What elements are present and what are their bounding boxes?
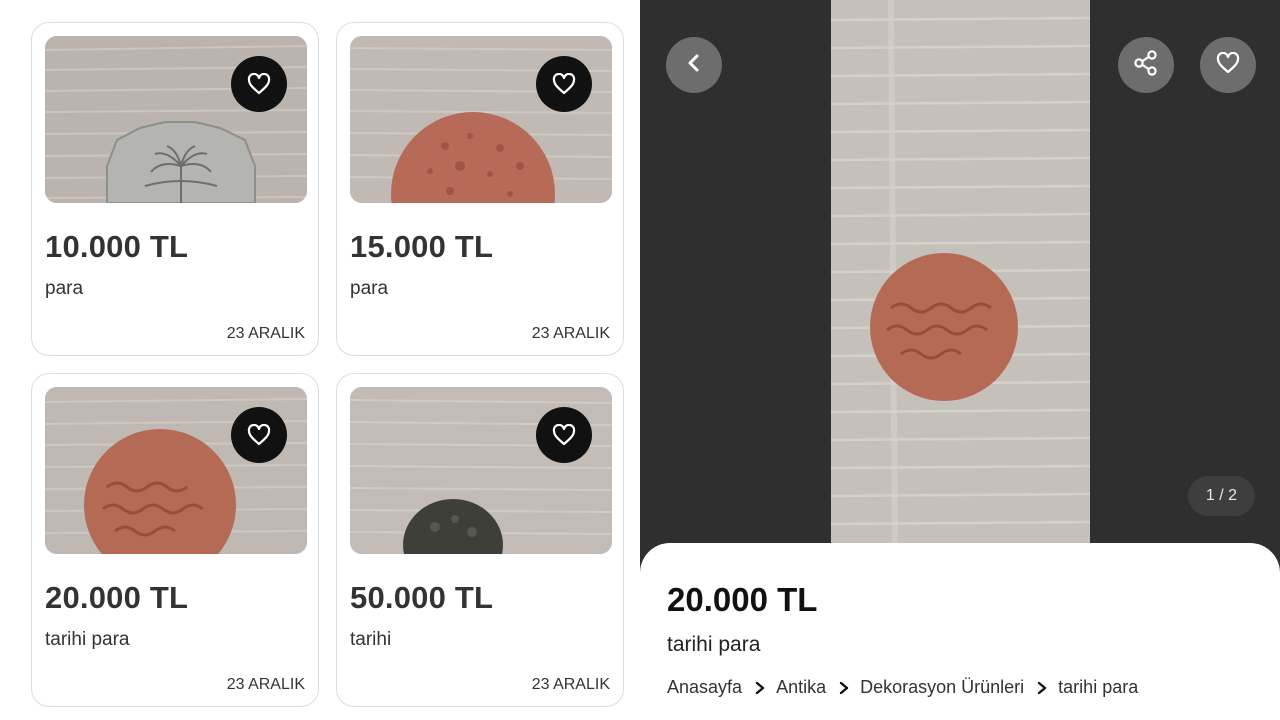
breadcrumb: Anasayfa Antika Dekorasyon Ürünleri tari… bbox=[667, 677, 1138, 698]
heart-outline-icon bbox=[552, 424, 576, 446]
chevron-right-icon bbox=[1037, 681, 1047, 695]
listing-image[interactable] bbox=[350, 36, 612, 203]
chevron-right-icon bbox=[839, 681, 849, 695]
listing-card[interactable]: 50.000 TL tarihi 23 ARALIK bbox=[336, 373, 624, 707]
detail-title: tarihi para bbox=[667, 633, 761, 656]
listing-title: para bbox=[350, 278, 389, 299]
listing-image[interactable] bbox=[350, 387, 612, 554]
listing-price: 10.000 TL bbox=[45, 229, 189, 264]
listing-price: 15.000 TL bbox=[350, 229, 494, 264]
heart-outline-icon bbox=[247, 73, 271, 95]
listing-card[interactable]: 15.000 TL para 23 ARALIK bbox=[336, 22, 624, 356]
detail-price: 20.000 TL bbox=[667, 581, 818, 618]
listing-title: tarihi para bbox=[45, 629, 130, 650]
breadcrumb-item[interactable]: tarihi para bbox=[1058, 677, 1138, 698]
favorite-button[interactable] bbox=[231, 56, 287, 112]
chevron-right-icon bbox=[755, 681, 765, 695]
listing-date: 23 ARALIK bbox=[531, 676, 610, 693]
share-button[interactable] bbox=[1118, 37, 1174, 93]
listing-card[interactable]: 10.000 TL para 23 ARALIK bbox=[31, 22, 319, 356]
favorite-button[interactable] bbox=[1200, 37, 1256, 93]
heart-outline-icon bbox=[552, 73, 576, 95]
back-button[interactable] bbox=[666, 37, 722, 93]
detail-view: 1 / 2 20.000 TL tarihi para Anasayfa Ant… bbox=[640, 0, 1280, 720]
listing-image[interactable] bbox=[45, 36, 307, 203]
image-counter: 1 / 2 bbox=[1188, 476, 1255, 516]
breadcrumb-item[interactable]: Anasayfa bbox=[667, 677, 742, 698]
heart-outline-icon bbox=[247, 424, 271, 446]
listing-date: 23 ARALIK bbox=[531, 325, 610, 342]
favorite-button[interactable] bbox=[536, 56, 592, 112]
listing-price: 50.000 TL bbox=[350, 580, 494, 615]
breadcrumb-item[interactable]: Dekorasyon Ürünleri bbox=[860, 677, 1024, 698]
share-icon bbox=[1132, 49, 1160, 82]
listing-image[interactable] bbox=[45, 387, 307, 554]
detail-sheet: 20.000 TL tarihi para Anasayfa Antika De… bbox=[640, 543, 1280, 720]
listing-title: para bbox=[45, 278, 84, 299]
favorite-button[interactable] bbox=[231, 407, 287, 463]
breadcrumb-item[interactable]: Antika bbox=[776, 677, 826, 698]
chevron-left-icon bbox=[684, 53, 704, 78]
heart-outline-icon bbox=[1216, 51, 1240, 79]
listing-date: 23 ARALIK bbox=[226, 325, 305, 342]
product-photo[interactable] bbox=[831, 0, 1090, 560]
listing-card[interactable]: 20.000 TL tarihi para 23 ARALIK bbox=[31, 373, 319, 707]
listing-grid: 10.000 TL para 23 ARALIK 15.000 TL para … bbox=[0, 0, 640, 720]
listing-date: 23 ARALIK bbox=[226, 676, 305, 693]
favorite-button[interactable] bbox=[536, 407, 592, 463]
listing-price: 20.000 TL bbox=[45, 580, 189, 615]
listing-title: tarihi bbox=[350, 629, 392, 650]
